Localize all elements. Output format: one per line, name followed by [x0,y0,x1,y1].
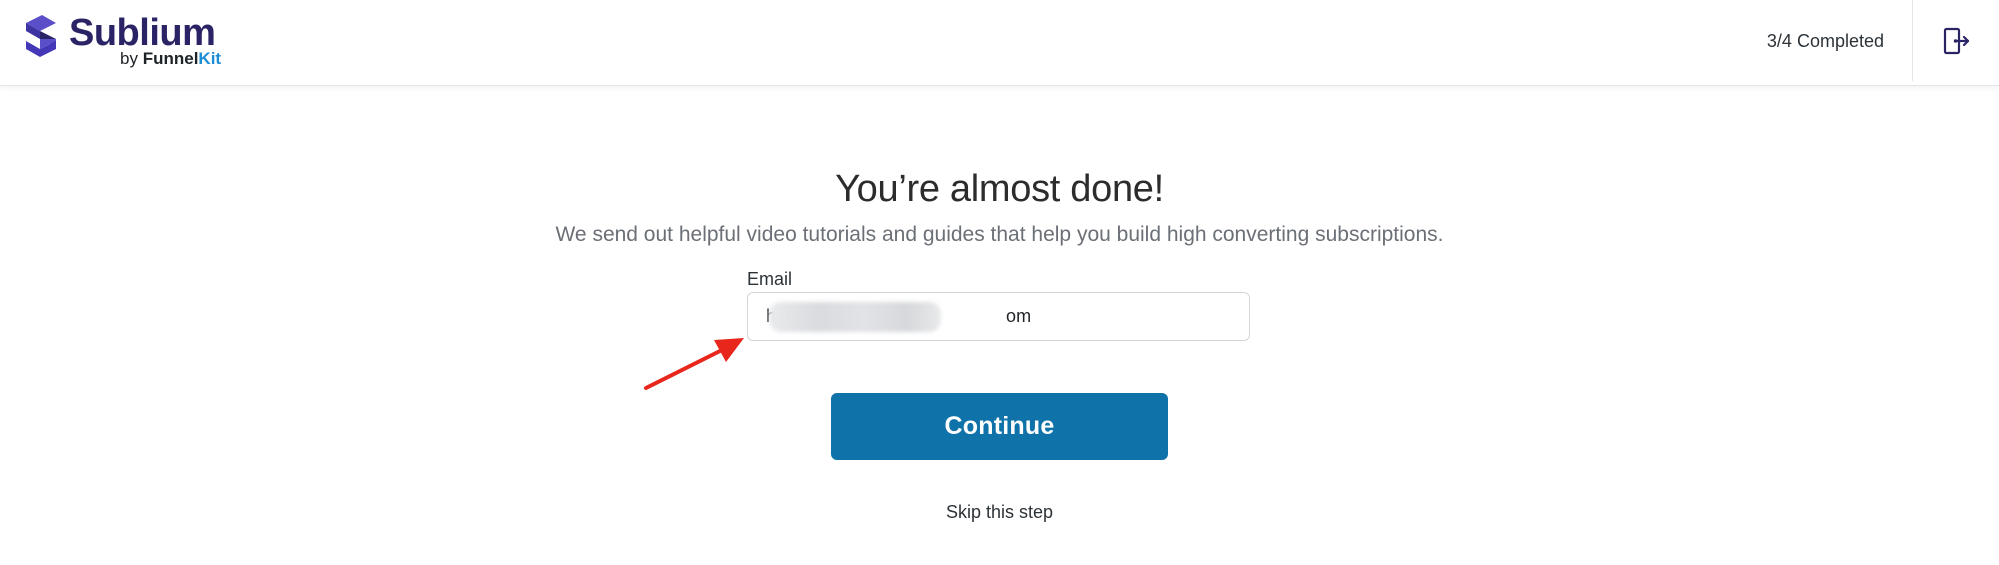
sublium-logo[interactable]: Sublium by FunnelKit [22,11,232,73]
logo-byline: by FunnelKit [120,49,221,69]
page-title: You’re almost done! [835,168,1164,211]
email-label: Email [747,269,793,289]
logo-by-word: by [120,49,138,68]
sublium-logo-icon [26,15,56,57]
logo-brand-kit: Kit [198,49,222,68]
annotation-arrow-icon [644,338,744,390]
continue-button[interactable]: Continue [831,393,1168,460]
exit-button[interactable] [1913,0,1999,81]
email-redaction-blur [769,302,941,332]
skip-step-link[interactable]: Skip this step [0,501,1999,523]
top-header: Sublium by FunnelKit 3/4 Completed [0,0,1999,86]
page-subtitle: We send out helpful video tutorials and … [555,223,1444,246]
logo-brand-funnel: Funnel [142,49,199,68]
exit-door-icon [1943,27,1970,54]
onboarding-progress-text: 3/4 Completed [1766,31,1884,51]
